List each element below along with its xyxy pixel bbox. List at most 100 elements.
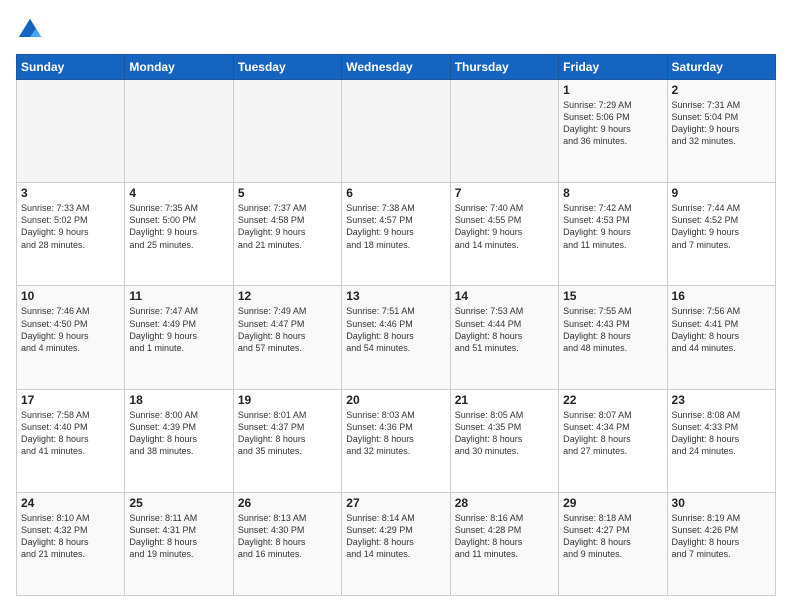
- day-info: Sunrise: 8:13 AM Sunset: 4:30 PM Dayligh…: [238, 512, 337, 561]
- day-info: Sunrise: 7:49 AM Sunset: 4:47 PM Dayligh…: [238, 305, 337, 354]
- calendar-cell: 25 Sunrise: 8:11 AM Sunset: 4:31 PM Dayli…: [125, 492, 233, 595]
- day-header-saturday: Saturday: [667, 55, 775, 80]
- day-number: 9: [672, 186, 771, 200]
- calendar-cell: 2Sunrise: 7:31 AM Sunset: 5:04 PM Daylig…: [667, 80, 775, 183]
- calendar-cell: 4 Sunrise: 7:35 AM Sunset: 5:00 PM Daylig…: [125, 183, 233, 286]
- day-number: 11: [129, 289, 228, 303]
- day-number: 30: [672, 496, 771, 510]
- day-info: Sunrise: 8:01 AM Sunset: 4:37 PM Dayligh…: [238, 409, 337, 458]
- day-info: Sunrise: 8:08 AM Sunset: 4:33 PM Dayligh…: [672, 409, 771, 458]
- calendar-cell: 9 Sunrise: 7:44 AM Sunset: 4:52 PM Daylig…: [667, 183, 775, 286]
- calendar-week-3: 10 Sunrise: 7:46 AM Sunset: 4:50 PM Dayli…: [17, 286, 776, 389]
- day-number: 23: [672, 393, 771, 407]
- day-number: 13: [346, 289, 445, 303]
- page: SundayMondayTuesdayWednesdayThursdayFrid…: [0, 0, 792, 612]
- day-info: Sunrise: 7:46 AM Sunset: 4:50 PM Dayligh…: [21, 305, 120, 354]
- calendar-cell: 21 Sunrise: 8:05 AM Sunset: 4:35 PM Dayli…: [450, 389, 558, 492]
- calendar-cell: 6 Sunrise: 7:38 AM Sunset: 4:57 PM Daylig…: [342, 183, 450, 286]
- day-info: Sunrise: 7:56 AM Sunset: 4:41 PM Dayligh…: [672, 305, 771, 354]
- day-info: Sunrise: 7:35 AM Sunset: 5:00 PM Dayligh…: [129, 202, 228, 251]
- day-info: Sunrise: 7:29 AM Sunset: 5:06 PM Dayligh…: [563, 99, 662, 148]
- calendar-cell: 13 Sunrise: 7:51 AM Sunset: 4:46 PM Dayli…: [342, 286, 450, 389]
- day-info: Sunrise: 7:55 AM Sunset: 4:43 PM Dayligh…: [563, 305, 662, 354]
- calendar-cell: 24Sunrise: 8:10 AM Sunset: 4:32 PM Dayli…: [17, 492, 125, 595]
- calendar-cell: 29 Sunrise: 8:18 AM Sunset: 4:27 PM Dayli…: [559, 492, 667, 595]
- calendar-cell: [342, 80, 450, 183]
- calendar-cell: 19Sunrise: 8:01 AM Sunset: 4:37 PM Dayli…: [233, 389, 341, 492]
- calendar-cell: 8Sunrise: 7:42 AM Sunset: 4:53 PM Daylig…: [559, 183, 667, 286]
- logo-icon: [16, 16, 44, 44]
- day-header-tuesday: Tuesday: [233, 55, 341, 80]
- day-number: 21: [455, 393, 554, 407]
- calendar-cell: 1 Sunrise: 7:29 AM Sunset: 5:06 PM Daylig…: [559, 80, 667, 183]
- day-number: 5: [238, 186, 337, 200]
- day-info: Sunrise: 7:51 AM Sunset: 4:46 PM Dayligh…: [346, 305, 445, 354]
- day-info: Sunrise: 8:10 AM Sunset: 4:32 PM Dayligh…: [21, 512, 120, 561]
- day-number: 27: [346, 496, 445, 510]
- day-number: 18: [129, 393, 228, 407]
- day-info: Sunrise: 8:18 AM Sunset: 4:27 PM Dayligh…: [563, 512, 662, 561]
- calendar-cell: [125, 80, 233, 183]
- day-header-monday: Monday: [125, 55, 233, 80]
- calendar-cell: 20 Sunrise: 8:03 AM Sunset: 4:36 PM Dayli…: [342, 389, 450, 492]
- day-number: 29: [563, 496, 662, 510]
- day-info: Sunrise: 8:05 AM Sunset: 4:35 PM Dayligh…: [455, 409, 554, 458]
- day-number: 10: [21, 289, 120, 303]
- day-info: Sunrise: 7:53 AM Sunset: 4:44 PM Dayligh…: [455, 305, 554, 354]
- calendar-cell: 3Sunrise: 7:33 AM Sunset: 5:02 PM Daylig…: [17, 183, 125, 286]
- day-number: 1: [563, 83, 662, 97]
- calendar-week-1: 1 Sunrise: 7:29 AM Sunset: 5:06 PM Daylig…: [17, 80, 776, 183]
- day-header-wednesday: Wednesday: [342, 55, 450, 80]
- calendar-cell: [450, 80, 558, 183]
- day-number: 22: [563, 393, 662, 407]
- day-number: 25: [129, 496, 228, 510]
- day-header-friday: Friday: [559, 55, 667, 80]
- calendar-cell: 5 Sunrise: 7:37 AM Sunset: 4:58 PM Daylig…: [233, 183, 341, 286]
- calendar-cell: 10 Sunrise: 7:46 AM Sunset: 4:50 PM Dayli…: [17, 286, 125, 389]
- calendar-cell: 23 Sunrise: 8:08 AM Sunset: 4:33 PM Dayli…: [667, 389, 775, 492]
- calendar-week-5: 24Sunrise: 8:10 AM Sunset: 4:32 PM Dayli…: [17, 492, 776, 595]
- calendar-week-2: 3Sunrise: 7:33 AM Sunset: 5:02 PM Daylig…: [17, 183, 776, 286]
- day-number: 20: [346, 393, 445, 407]
- calendar-week-4: 17Sunrise: 7:58 AM Sunset: 4:40 PM Dayli…: [17, 389, 776, 492]
- day-info: Sunrise: 8:00 AM Sunset: 4:39 PM Dayligh…: [129, 409, 228, 458]
- day-header-sunday: Sunday: [17, 55, 125, 80]
- calendar-cell: 16 Sunrise: 7:56 AM Sunset: 4:41 PM Dayli…: [667, 286, 775, 389]
- day-info: Sunrise: 7:40 AM Sunset: 4:55 PM Dayligh…: [455, 202, 554, 251]
- day-number: 6: [346, 186, 445, 200]
- calendar-cell: 12 Sunrise: 7:49 AM Sunset: 4:47 PM Dayli…: [233, 286, 341, 389]
- day-number: 16: [672, 289, 771, 303]
- calendar-cell: [17, 80, 125, 183]
- day-info: Sunrise: 7:44 AM Sunset: 4:52 PM Dayligh…: [672, 202, 771, 251]
- day-number: 12: [238, 289, 337, 303]
- day-info: Sunrise: 7:47 AM Sunset: 4:49 PM Dayligh…: [129, 305, 228, 354]
- calendar-cell: 28 Sunrise: 8:16 AM Sunset: 4:28 PM Dayli…: [450, 492, 558, 595]
- calendar-header-row: SundayMondayTuesdayWednesdayThursdayFrid…: [17, 55, 776, 80]
- day-info: Sunrise: 7:38 AM Sunset: 4:57 PM Dayligh…: [346, 202, 445, 251]
- day-header-thursday: Thursday: [450, 55, 558, 80]
- calendar-cell: 18 Sunrise: 8:00 AM Sunset: 4:39 PM Dayli…: [125, 389, 233, 492]
- day-number: 28: [455, 496, 554, 510]
- calendar-cell: 30 Sunrise: 8:19 AM Sunset: 4:26 PM Dayli…: [667, 492, 775, 595]
- day-number: 14: [455, 289, 554, 303]
- day-number: 4: [129, 186, 228, 200]
- day-info: Sunrise: 8:07 AM Sunset: 4:34 PM Dayligh…: [563, 409, 662, 458]
- calendar-cell: 22 Sunrise: 8:07 AM Sunset: 4:34 PM Dayli…: [559, 389, 667, 492]
- day-info: Sunrise: 8:11 AM Sunset: 4:31 PM Dayligh…: [129, 512, 228, 561]
- day-number: 7: [455, 186, 554, 200]
- day-info: Sunrise: 8:16 AM Sunset: 4:28 PM Dayligh…: [455, 512, 554, 561]
- day-number: 17: [21, 393, 120, 407]
- header: [16, 16, 776, 44]
- day-number: 15: [563, 289, 662, 303]
- day-info: Sunrise: 7:37 AM Sunset: 4:58 PM Dayligh…: [238, 202, 337, 251]
- day-number: 8: [563, 186, 662, 200]
- day-info: Sunrise: 7:33 AM Sunset: 5:02 PM Dayligh…: [21, 202, 120, 251]
- calendar-cell: 17Sunrise: 7:58 AM Sunset: 4:40 PM Dayli…: [17, 389, 125, 492]
- day-info: Sunrise: 8:03 AM Sunset: 4:36 PM Dayligh…: [346, 409, 445, 458]
- calendar-table: SundayMondayTuesdayWednesdayThursdayFrid…: [16, 54, 776, 596]
- calendar-cell: 15 Sunrise: 7:55 AM Sunset: 4:43 PM Dayli…: [559, 286, 667, 389]
- day-info: Sunrise: 8:19 AM Sunset: 4:26 PM Dayligh…: [672, 512, 771, 561]
- calendar-cell: 14 Sunrise: 7:53 AM Sunset: 4:44 PM Dayli…: [450, 286, 558, 389]
- calendar-cell: [233, 80, 341, 183]
- calendar-cell: 7 Sunrise: 7:40 AM Sunset: 4:55 PM Daylig…: [450, 183, 558, 286]
